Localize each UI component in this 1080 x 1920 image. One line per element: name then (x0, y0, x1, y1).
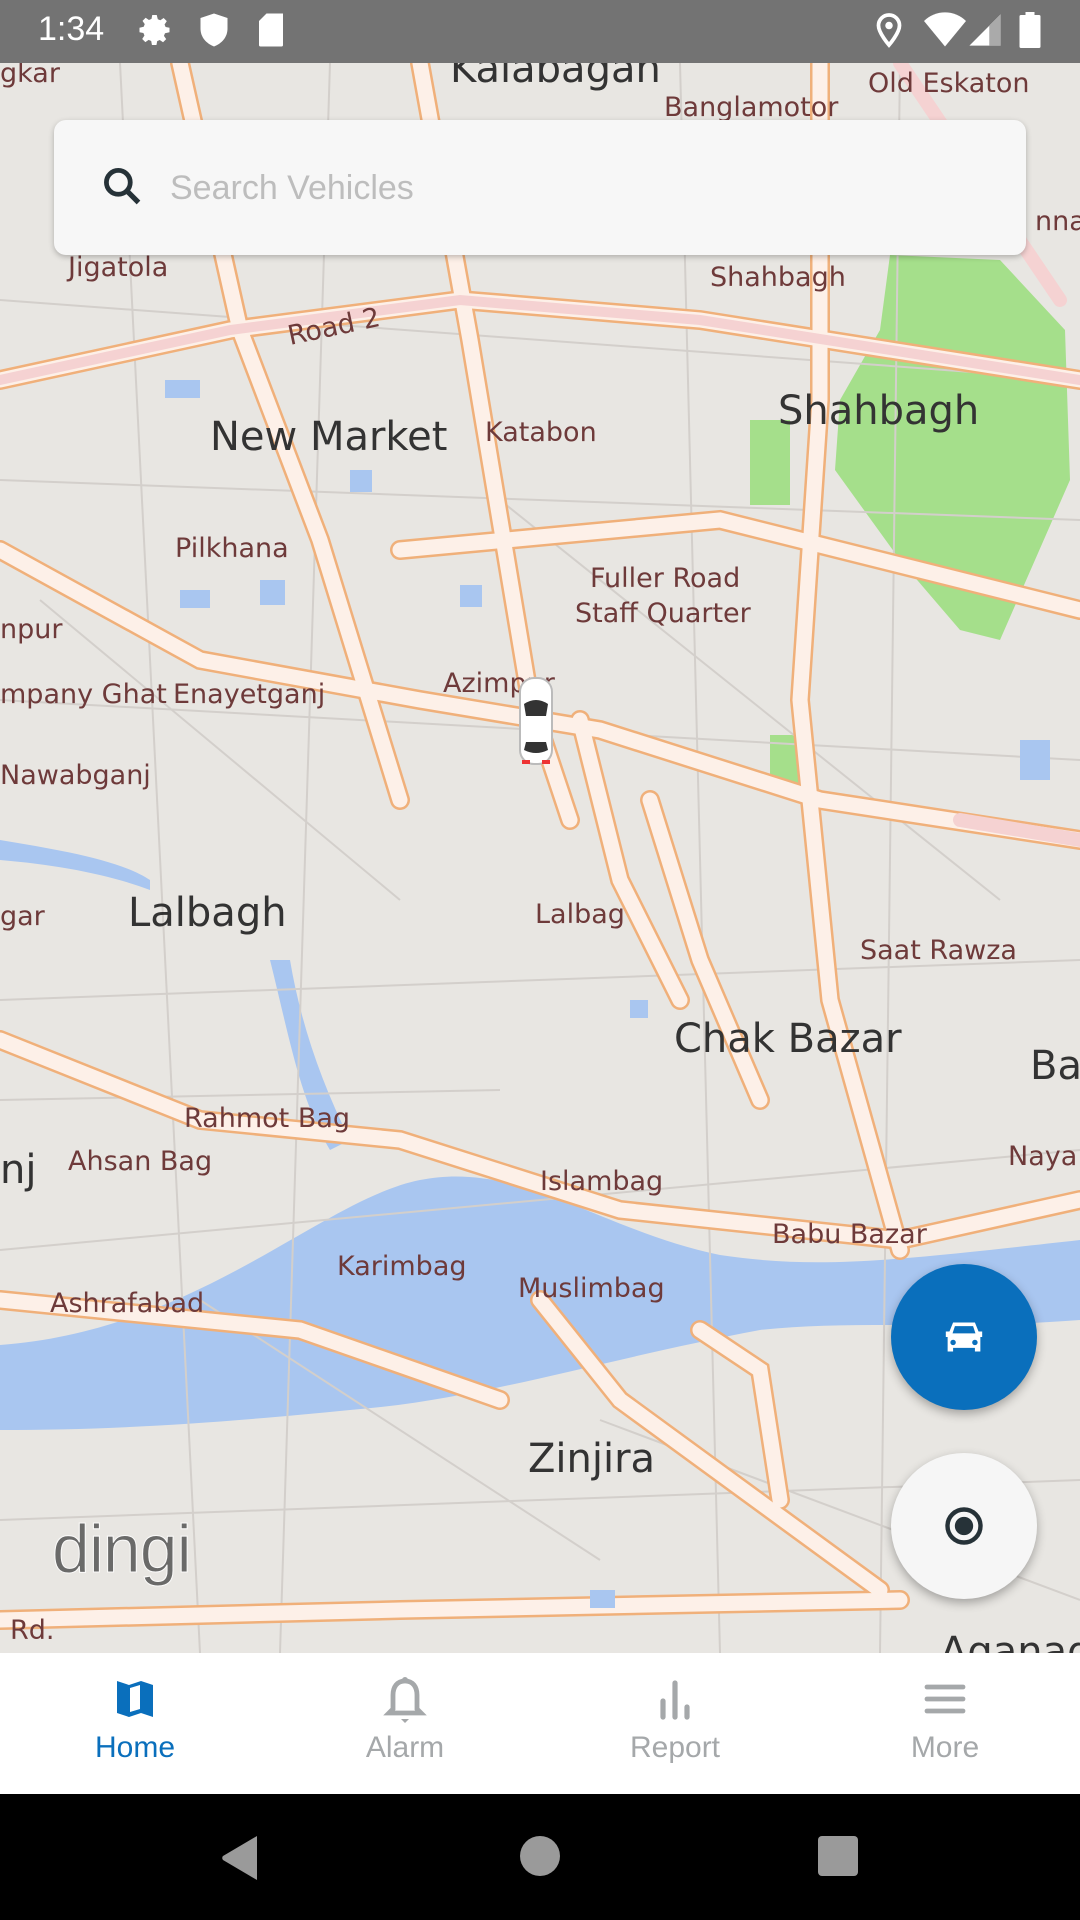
map-label: Ahsan Bag (68, 1146, 212, 1177)
map-label: Fuller Road (590, 563, 740, 594)
map-label: Pilkhana (175, 533, 289, 564)
nav-label: Report (629, 1731, 721, 1764)
map-label: Naya (1008, 1141, 1077, 1172)
gear-icon (139, 15, 170, 46)
nav-report[interactable]: Report (540, 1653, 810, 1794)
home-circle-icon[interactable] (520, 1836, 560, 1876)
map-label: Lalbagh (128, 890, 287, 936)
recents-icon[interactable] (818, 1836, 858, 1876)
my-location-fab[interactable] (891, 1453, 1037, 1599)
location-icon (876, 13, 902, 48)
shield-icon (200, 13, 228, 47)
map-label: Ba (1030, 1043, 1080, 1089)
map-label: Shahbagh (710, 262, 846, 293)
nav-label: Home (94, 1731, 176, 1764)
nav-home[interactable]: Home (0, 1653, 270, 1794)
map-label: Saat Rawza (860, 935, 1017, 966)
map-label: Jigatola (66, 252, 168, 283)
nav-alarm[interactable]: Alarm (270, 1653, 540, 1794)
status-bar: 1:34 (0, 0, 1080, 63)
map-label: Rahmot Bag (184, 1103, 350, 1134)
nav-more[interactable]: More (810, 1653, 1080, 1794)
map-label: Enayetganj (173, 679, 325, 710)
status-time: 1:34 (38, 10, 105, 48)
menu-icon (924, 1684, 966, 1714)
vehicle-marker[interactable] (516, 676, 556, 770)
map-label: nj (0, 1147, 36, 1193)
map-label: Karimbag (337, 1251, 467, 1282)
map-label: Lalbag (535, 899, 625, 930)
vehicles-fab[interactable] (891, 1264, 1037, 1410)
dingi-logo: dingi (52, 1511, 193, 1588)
map-label: Islambag (540, 1166, 663, 1197)
nav-label: Alarm (365, 1731, 445, 1764)
signal-icon (969, 14, 1001, 46)
map-label: Katabon (485, 417, 597, 448)
map-label: New Market (210, 414, 447, 460)
map-label: Banglamotor (664, 92, 839, 123)
map-label: Zinjira (528, 1436, 655, 1482)
map-label: mpany Ghat (0, 679, 167, 710)
map-label: Aganad (940, 1629, 1080, 1653)
map-label: npur (0, 614, 63, 645)
search-bar[interactable] (54, 120, 1026, 255)
wifi-icon (924, 12, 966, 47)
bar-chart-icon (660, 1680, 690, 1720)
search-icon (104, 168, 141, 205)
battery-icon (1019, 12, 1041, 48)
map-label: Kalabagan (450, 63, 661, 92)
map-label: Nawabganj (0, 760, 151, 791)
map-label: gar (0, 901, 46, 932)
car-icon (945, 1322, 983, 1352)
map-label: Rd. (10, 1615, 54, 1646)
map-label: Staff Quarter (575, 598, 752, 629)
car-marker-icon (519, 677, 553, 765)
nav-label: More (910, 1731, 980, 1764)
map-label: nna (1035, 206, 1080, 237)
map-label: Muslimbag (518, 1273, 665, 1304)
map-label: Babu Bazar (772, 1219, 928, 1250)
map-label: Old Eskaton (868, 68, 1030, 99)
map-label: Chak Bazar (674, 1016, 902, 1062)
bell-icon (383, 1677, 427, 1723)
map-label: Shahbagh (778, 388, 979, 434)
system-navigation-bar (0, 1794, 1080, 1920)
search-vehicles-input[interactable] (168, 156, 992, 220)
map-label: Ashrafabad (50, 1288, 204, 1319)
my-location-icon (945, 1507, 983, 1545)
sd-card-icon (259, 13, 283, 47)
bottom-navigation: Home Alarm Report More (0, 1653, 1080, 1794)
map-view[interactable]: Kalabagan Old Eskaton Banglamotor gkar n… (0, 63, 1080, 1653)
map-label: gkar (0, 63, 61, 89)
back-icon[interactable] (218, 1836, 260, 1880)
map-icon (117, 1681, 153, 1717)
